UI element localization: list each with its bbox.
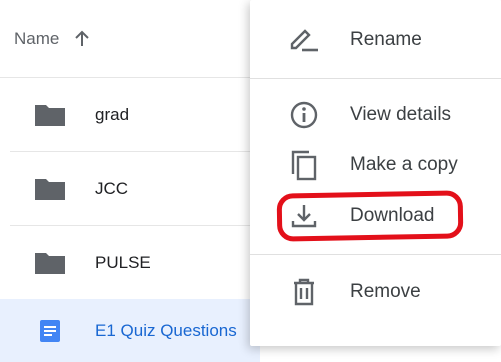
remove-menu-item[interactable]: Remove bbox=[250, 268, 501, 316]
arrow-up-icon[interactable] bbox=[73, 30, 91, 48]
pencil-icon bbox=[288, 24, 320, 56]
info-icon bbox=[288, 99, 320, 131]
list-item-label: JCC bbox=[95, 178, 129, 198]
google-doc-icon bbox=[32, 317, 68, 345]
list-item-selected[interactable]: E1 Quiz Questions bbox=[0, 299, 260, 362]
make-a-copy-menu-item[interactable]: Make a copy bbox=[250, 141, 501, 189]
trash-icon bbox=[288, 276, 320, 308]
list-item[interactable]: grad bbox=[10, 78, 260, 152]
list-item-label: PULSE bbox=[95, 252, 151, 272]
red-highlight-annotation bbox=[276, 190, 464, 242]
menu-divider bbox=[250, 254, 501, 255]
folder-icon bbox=[32, 175, 68, 203]
make-a-copy-label: Make a copy bbox=[350, 154, 458, 175]
remove-label: Remove bbox=[350, 281, 421, 302]
view-details-label: View details bbox=[350, 104, 452, 125]
rename-label: Rename bbox=[350, 29, 422, 50]
folder-icon bbox=[32, 101, 68, 129]
view-details-menu-item[interactable]: View details bbox=[250, 91, 501, 139]
name-column-header[interactable]: Name bbox=[14, 29, 59, 49]
folder-icon bbox=[32, 249, 68, 277]
list-item-label: E1 Quiz Questions bbox=[95, 320, 237, 340]
list-item[interactable]: JCC bbox=[10, 152, 260, 226]
list-item-label: grad bbox=[95, 104, 130, 124]
context-menu: Rename View details Make a copy Download… bbox=[250, 0, 501, 346]
list-item[interactable]: PULSE bbox=[10, 226, 260, 300]
menu-divider bbox=[250, 78, 501, 79]
copy-icon bbox=[288, 149, 320, 181]
list-header: Name bbox=[0, 0, 260, 78]
rename-menu-item[interactable]: Rename bbox=[250, 16, 501, 64]
